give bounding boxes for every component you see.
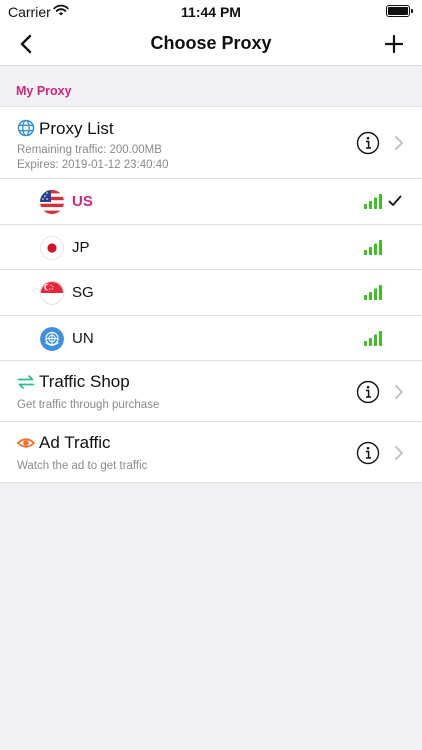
- us-flag-icon: [40, 190, 64, 214]
- traffic-shop-title: Traffic Shop: [39, 372, 130, 391]
- transfer-arrows-icon: [17, 375, 35, 389]
- jp-flag-icon: [40, 235, 64, 260]
- traffic-shop-subtitle: Get traffic through purchase: [17, 399, 160, 411]
- proxy-list-row[interactable]: Proxy List Remaining traffic: 200.00MB E…: [0, 107, 422, 179]
- chevron-right-icon: [395, 136, 403, 150]
- ad-traffic-row[interactable]: Ad Traffic Watch the ad to get traffic: [0, 422, 422, 483]
- expiry-date: Expires: 2019-01-12 23:40:40: [17, 159, 169, 171]
- country-row-sg[interactable]: SG: [0, 270, 422, 316]
- signal-strength-icon: [364, 239, 382, 255]
- country-row-jp[interactable]: JP: [0, 224, 422, 270]
- status-bar: Carrier 11:44 PM: [0, 0, 422, 22]
- add-proxy-button[interactable]: [380, 30, 408, 58]
- proxy-list-title: Proxy List: [39, 119, 114, 138]
- battery-icon: [386, 5, 413, 17]
- eye-icon: [17, 438, 35, 448]
- country-label: UN: [72, 329, 94, 347]
- signal-strength-icon: [364, 194, 382, 209]
- checkmark-icon: [388, 195, 402, 206]
- un-flag-icon: [40, 326, 64, 351]
- sg-flag-icon: [40, 281, 64, 305]
- country-row-us[interactable]: US: [0, 179, 422, 225]
- country-label: JP: [72, 238, 90, 256]
- country-row-un[interactable]: UN: [0, 315, 422, 361]
- remaining-traffic: Remaining traffic: 200.00MB: [17, 144, 162, 156]
- country-label: SG: [72, 284, 94, 301]
- country-label: US: [72, 193, 93, 210]
- plus-icon: [385, 35, 403, 53]
- info-icon[interactable]: [356, 131, 380, 155]
- info-icon[interactable]: [356, 380, 380, 404]
- globe-icon: [17, 119, 35, 137]
- traffic-shop-row[interactable]: Traffic Shop Get traffic through purchas…: [0, 361, 422, 422]
- section-header: My Proxy: [16, 84, 72, 98]
- info-icon[interactable]: [356, 441, 380, 465]
- chevron-right-icon: [395, 446, 403, 460]
- clock: 11:44 PM: [181, 4, 241, 20]
- page-title: Choose Proxy: [150, 33, 272, 53]
- signal-strength-icon: [364, 330, 382, 346]
- ad-traffic-subtitle: Watch the ad to get traffic: [17, 460, 148, 472]
- chevron-right-icon: [395, 385, 403, 399]
- proxy-options-list: Proxy List Remaining traffic: 200.00MB E…: [0, 106, 422, 483]
- navigation-bar: Choose Proxy: [0, 22, 422, 66]
- ad-traffic-title: Ad Traffic: [39, 433, 111, 452]
- signal-strength-icon: [364, 285, 382, 300]
